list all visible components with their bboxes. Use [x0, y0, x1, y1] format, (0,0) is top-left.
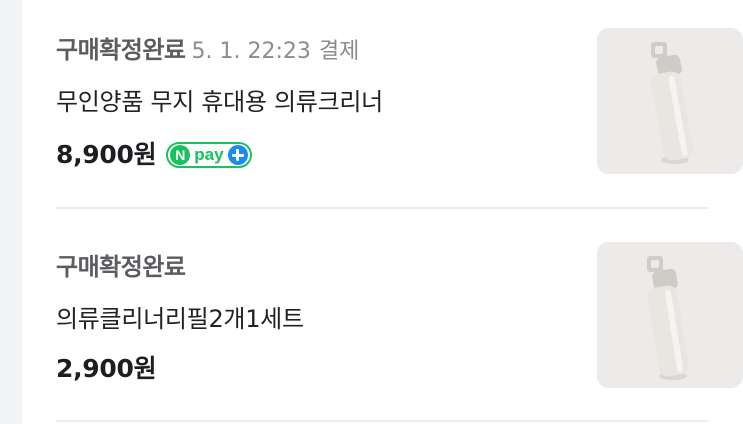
lint-roller-image	[597, 242, 743, 388]
order-status-line: 구매확정완료 5. 1. 22:23 결제	[56, 33, 359, 67]
product-name[interactable]: 무인양품 무지 휴대용 의류크리너	[56, 85, 383, 119]
order-divider	[56, 420, 708, 422]
order-item[interactable]: 구매확정완료 5. 1. 22:23 결제 무인양품 무지 휴대용 의류크리너 8,…	[56, 0, 743, 208]
product-thumbnail[interactable]	[597, 28, 743, 174]
product-name[interactable]: 의류클리너리필2개1세트	[56, 302, 304, 336]
npay-text: pay	[194, 145, 224, 164]
order-status: 구매확정완료	[56, 253, 186, 281]
order-list-card: 구매확정완료 5. 1. 22:23 결제 무인양품 무지 휴대용 의류크리너 8,…	[22, 0, 743, 424]
npay-n-icon: N	[170, 145, 191, 165]
plus-icon	[227, 145, 248, 165]
price-line: 2,900원	[56, 352, 157, 386]
product-thumbnail[interactable]	[597, 242, 743, 388]
product-price: 8,900원	[56, 140, 157, 169]
order-divider	[56, 207, 708, 209]
order-item[interactable]: 구매확정완료 의류클리너리필2개1세트 2,900원	[56, 210, 743, 422]
price-line: 8,900원 N pay	[56, 138, 252, 172]
order-date: 5. 1. 22:23	[191, 39, 311, 64]
lint-roller-image	[597, 28, 743, 174]
payment-label: 결제	[318, 39, 360, 64]
order-status-line: 구매확정완료	[56, 250, 186, 284]
product-price: 2,900원	[56, 354, 157, 383]
order-status: 구매확정완료	[56, 36, 186, 64]
npay-plus-badge: N pay	[166, 142, 252, 168]
